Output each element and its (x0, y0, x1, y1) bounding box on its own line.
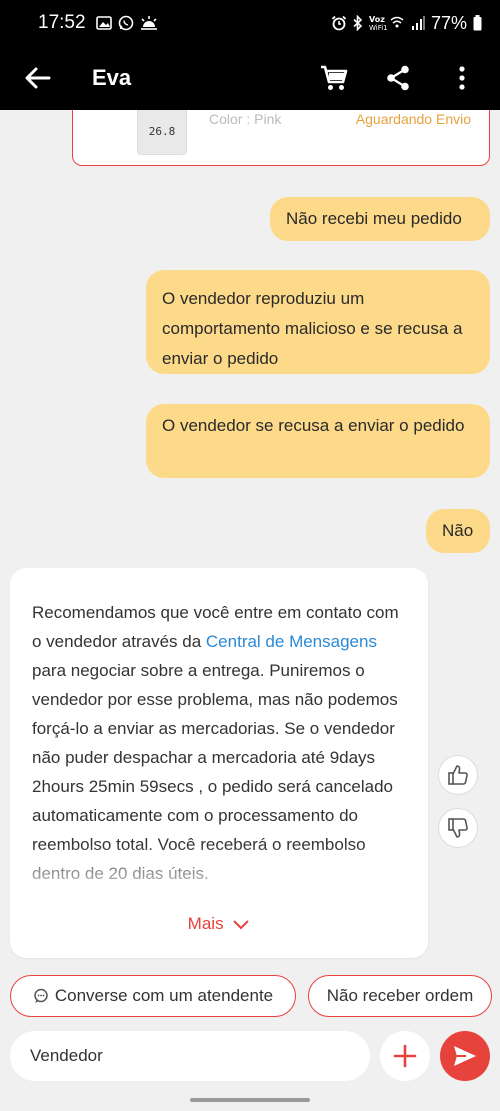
thumbs-down-icon (448, 818, 468, 838)
no-order-label: Não receber ordem (326, 986, 474, 1005)
order-variant: Color : Pink (209, 111, 282, 127)
status-time: 17:52 (38, 12, 86, 33)
text-fade (32, 844, 406, 900)
send-button[interactable] (440, 1031, 490, 1081)
home-indicator (190, 1098, 310, 1102)
chat-title: Eva (92, 65, 132, 90)
more-vert-icon (459, 66, 465, 90)
send-icon (454, 1046, 476, 1066)
back-button[interactable] (18, 58, 58, 98)
svg-text:Voz: Voz (369, 15, 385, 24)
user-message: O vendedor reproduziu um comportamento m… (146, 270, 490, 374)
more-button[interactable]: Mais (10, 914, 428, 934)
thumbs-up-icon (448, 765, 468, 785)
message-center-link[interactable]: Central de Mensagens (206, 632, 377, 651)
thumbs-up-button[interactable] (438, 755, 478, 795)
thumbs-down-button[interactable] (438, 808, 478, 848)
cart-icon (321, 65, 348, 90)
battery-percent: 77% (430, 12, 467, 33)
message-input[interactable] (10, 1031, 370, 1081)
bot-reply-text: Recomendamos que você entre em contato c… (32, 598, 406, 900)
user-message: Não recebi meu pedido (270, 197, 490, 241)
cart-button[interactable] (314, 58, 354, 98)
chat-bubble-icon (34, 988, 48, 1003)
bluetooth-icon (353, 15, 363, 31)
wifi-calling-icon: Voz WiFi1 (369, 14, 405, 32)
plus-icon (393, 1044, 417, 1068)
product-thumbnail: 26.8 (137, 110, 187, 155)
no-order-button[interactable]: Não receber ordem (308, 975, 492, 1017)
add-attachment-button[interactable] (380, 1031, 430, 1081)
talk-to-agent-button[interactable]: Converse com um atendente (10, 975, 296, 1017)
battery-icon (473, 15, 482, 31)
user-message: Não (426, 509, 490, 553)
weather-icon (140, 16, 158, 30)
alarm-icon (331, 15, 347, 31)
user-message: O vendedor se recusa a enviar o pedido (146, 404, 490, 478)
svg-text:WiFi1: WiFi1 (369, 24, 388, 32)
talk-to-agent-label: Converse com um atendente (54, 986, 274, 1005)
chevron-down-icon (233, 919, 250, 929)
gallery-icon (95, 16, 112, 30)
signal-icon (411, 16, 425, 30)
back-arrow-icon (25, 67, 51, 89)
more-options-button[interactable] (442, 58, 482, 98)
share-button[interactable] (378, 58, 418, 98)
order-card[interactable]: 26.8 Color : Pink Aguardando Envio (72, 110, 490, 166)
chat-area[interactable]: 26.8 Color : Pink Aguardando Envio Não r… (0, 110, 500, 970)
bot-reply-card: Recomendamos que você entre em contato c… (10, 568, 428, 958)
app-bar: Eva (0, 46, 500, 110)
more-label: Mais (187, 914, 224, 933)
whatsapp-icon (118, 15, 134, 31)
order-status: Aguardando Envio (355, 111, 471, 127)
status-bar: 17:52 Voz WiFi1 77% (0, 0, 500, 46)
share-icon (387, 65, 409, 91)
